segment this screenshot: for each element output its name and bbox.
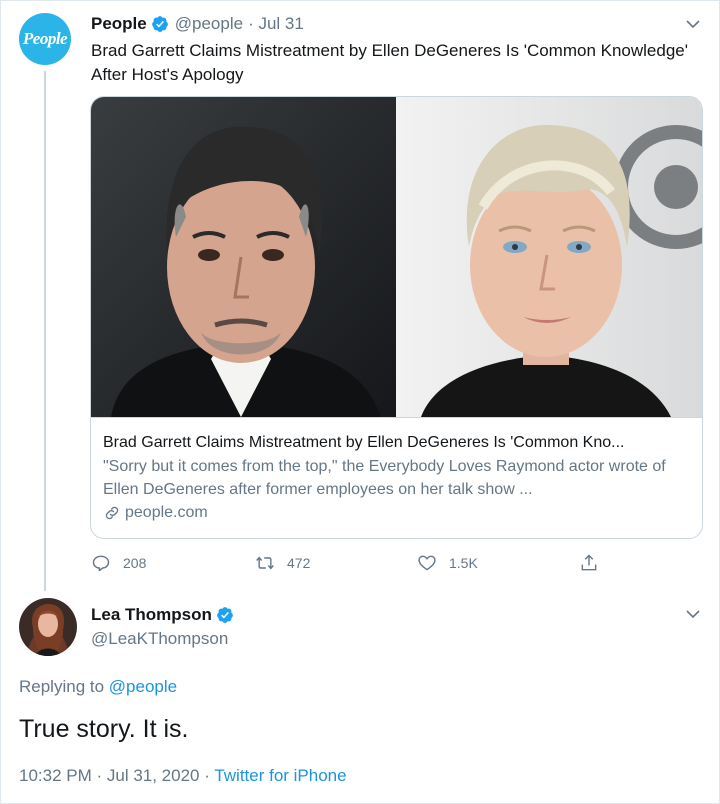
heart-icon (418, 555, 436, 571)
tweet2-handle[interactable]: @LeaKThompson (91, 629, 228, 649)
tweet2-author[interactable]: Lea Thompson (91, 605, 234, 625)
tweet2-author-name[interactable]: Lea Thompson (91, 605, 212, 625)
share-button[interactable] (579, 553, 599, 573)
tweet2-timestamp[interactable]: 10:32 PM · Jul 31, 2020 · (19, 766, 214, 785)
replying-to-link[interactable]: @people (109, 677, 177, 696)
tweet1-date[interactable]: · Jul 31 (248, 14, 304, 34)
tweet1-author-name[interactable]: People (91, 14, 147, 34)
card-title[interactable]: Brad Garrett Claims Mistreatment by Elle… (103, 432, 693, 454)
article-photo (91, 97, 702, 417)
replying-to-line: Replying to @people (19, 677, 177, 697)
tweet1-handle[interactable]: @people (175, 14, 243, 34)
like-button[interactable]: 1.5K (417, 553, 478, 573)
replying-to-prefix: Replying to (19, 677, 105, 696)
card-description: "Sorry but it comes from the top," the E… (103, 458, 666, 498)
people-avatar[interactable]: People (19, 13, 71, 65)
share-icon (581, 554, 597, 571)
reply-icon (92, 555, 110, 572)
retweet-button[interactable]: 472 (255, 553, 310, 573)
thread-connector-line (44, 71, 46, 591)
tweet-thread: People People @people · Jul 31 Brad Garr… (0, 0, 720, 804)
tweet1-actions: 208 472 1.5K (91, 553, 611, 575)
card-text-area[interactable]: Brad Garrett Claims Mistreatment by Elle… (91, 417, 702, 538)
reply-count: 208 (123, 555, 147, 571)
reply-button[interactable]: 208 (91, 553, 146, 573)
tweet1-text: Brad Garrett Claims Mistreatment by Elle… (91, 41, 689, 84)
link-card[interactable]: Brad Garrett Claims Mistreatment by Elle… (90, 96, 703, 539)
tweet2-metadata: 10:32 PM · Jul 31, 2020 · Twitter for iP… (19, 766, 347, 786)
card-domain-text: people.com (125, 504, 208, 521)
lea-thompson-avatar[interactable] (19, 598, 77, 656)
tweet2-text: True story. It is. (19, 715, 189, 743)
verified-badge-icon (151, 16, 168, 32)
tweet2-source[interactable]: Twitter for iPhone (214, 766, 346, 785)
tweet1-header: People @people · Jul 31 (91, 14, 304, 34)
card-domain[interactable]: people.com (103, 504, 208, 522)
link-icon (105, 506, 119, 520)
chevron-down-icon[interactable] (686, 607, 700, 621)
verified-badge-icon (217, 607, 233, 623)
chevron-down-icon[interactable] (686, 17, 700, 31)
avatar-photo (19, 598, 77, 656)
retweet-icon (256, 556, 274, 570)
like-count: 1.5K (449, 555, 478, 571)
people-logo-text: People (22, 29, 68, 48)
retweet-count: 472 (287, 555, 311, 571)
